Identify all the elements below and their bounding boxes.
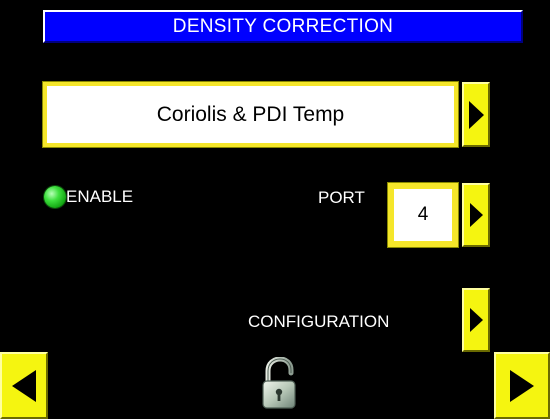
previous-screen-button[interactable] — [0, 352, 48, 419]
density-mode-value: Coriolis & PDI Temp — [156, 102, 345, 126]
right-arrow-icon — [469, 203, 483, 227]
left-arrow-icon — [12, 369, 36, 402]
configuration-label: CONFIGURATION — [248, 312, 390, 331]
mode-next-button[interactable] — [462, 82, 490, 147]
title-bar: DENSITY CORRECTION — [43, 10, 523, 43]
port-next-button[interactable] — [462, 183, 490, 247]
configuration-button[interactable] — [462, 288, 490, 352]
enable-label: ENABLE — [66, 187, 134, 206]
right-arrow-icon — [468, 100, 484, 129]
density-mode-select[interactable]: Coriolis & PDI Temp — [42, 81, 459, 148]
right-arrow-icon — [469, 308, 483, 332]
unlocked-padlock-icon[interactable] — [258, 357, 300, 411]
port-label: PORT — [318, 188, 365, 207]
port-value: 4 — [417, 204, 429, 225]
enable-indicator: ENABLE — [44, 186, 133, 208]
status-led-icon — [44, 186, 66, 208]
page-title: DENSITY CORRECTION — [172, 15, 394, 37]
port-field[interactable]: 4 — [387, 182, 459, 248]
next-screen-button[interactable] — [494, 352, 550, 419]
right-arrow-icon — [510, 369, 534, 402]
